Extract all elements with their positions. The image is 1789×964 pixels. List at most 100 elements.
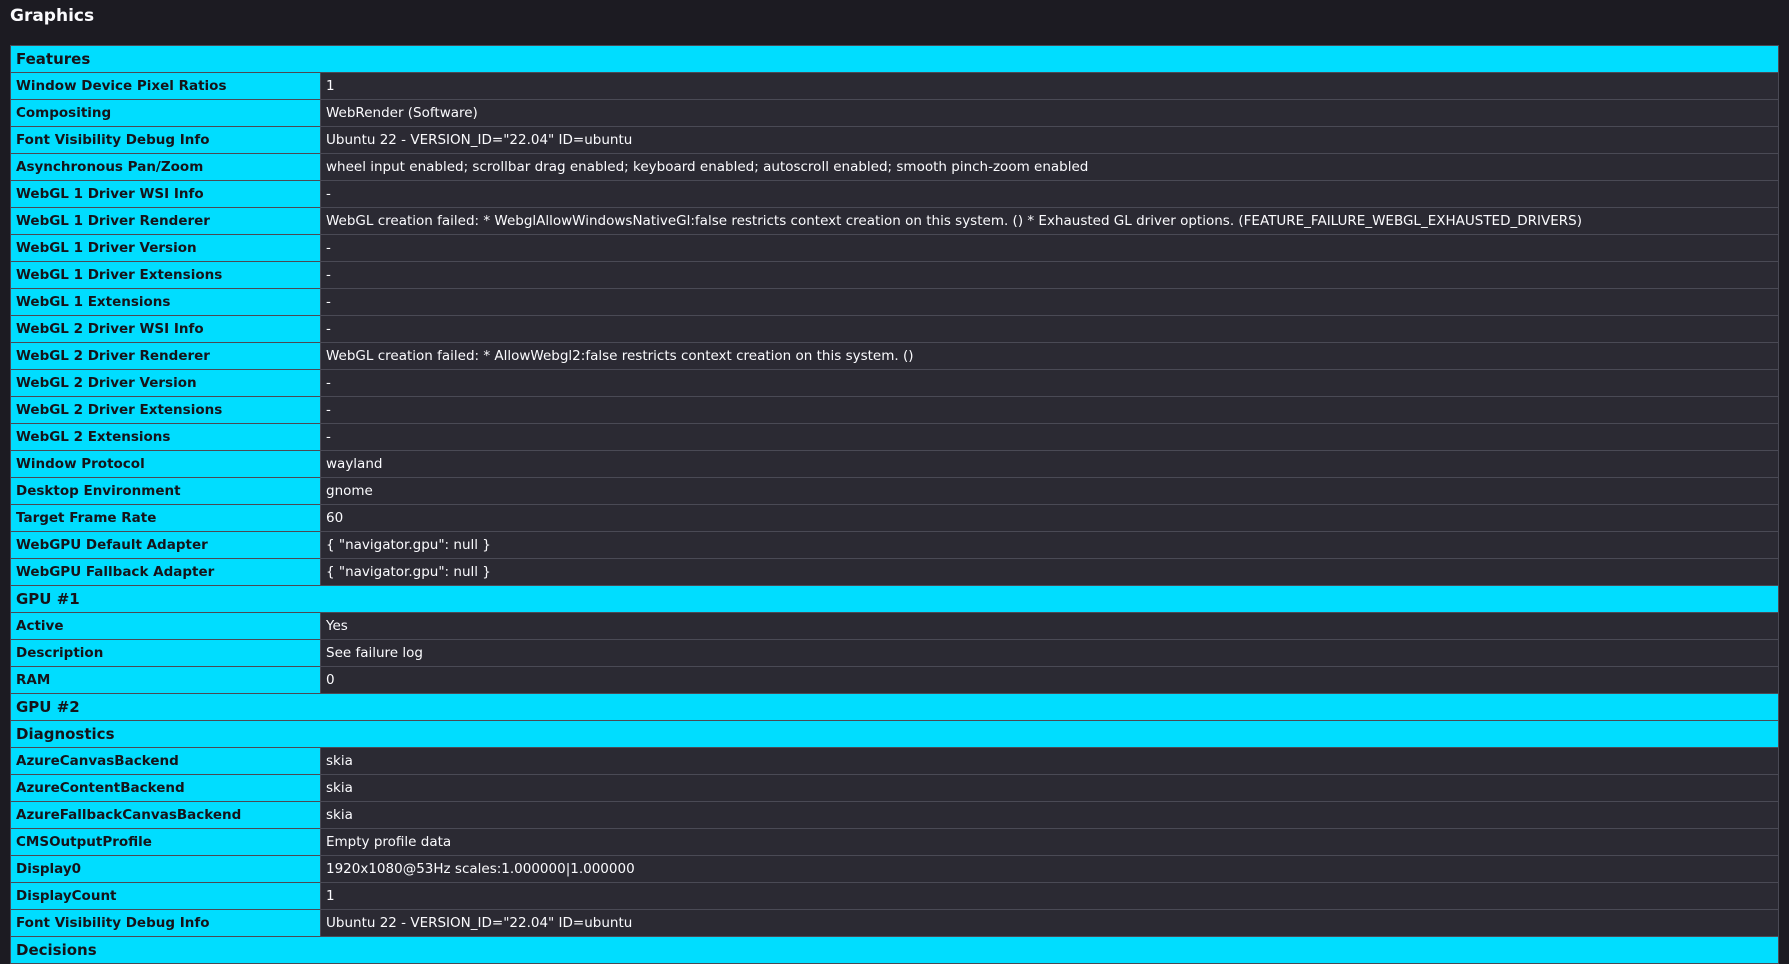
row-value[interactable]: - xyxy=(320,423,1779,451)
row-value[interactable]: WebGL creation failed: * WebglAllowWindo… xyxy=(320,207,1779,235)
row-value[interactable]: - xyxy=(320,288,1779,316)
row-value[interactable]: - xyxy=(320,261,1779,289)
section-title: GPU #1 xyxy=(10,585,1779,613)
table-row: Font Visibility Debug Info Ubuntu 22 - VE… xyxy=(10,126,1779,154)
section-title: Diagnostics xyxy=(10,720,1779,748)
section-title: Decisions xyxy=(10,936,1779,964)
table-row: Display0 1920x1080@53Hz scales:1.000000|1… xyxy=(10,855,1779,883)
table-row: CMSOutputProfile Empty profile data xyxy=(10,828,1779,856)
row-key: Compositing xyxy=(10,99,321,127)
table-row: AzureFallbackCanvasBackend skia xyxy=(10,801,1779,829)
table-row: WebGPU Fallback Adapter{ "navigator.gpu"… xyxy=(10,558,1779,586)
row-key: Display0 xyxy=(10,855,321,883)
row-key: WebGL 1 Extensions xyxy=(10,288,321,316)
row-key: CMSOutputProfile xyxy=(10,828,321,856)
row-value[interactable]: Yes xyxy=(320,612,1779,640)
section-header-gpu-2: GPU #2 xyxy=(10,693,1779,721)
row-value[interactable]: Ubuntu 22 - VERSION_ID="22.04" ID=ubuntu xyxy=(320,126,1779,154)
row-key: WebGL 2 Extensions xyxy=(10,423,321,451)
row-key: WebGL 2 Driver Version xyxy=(10,369,321,397)
row-key: Window Protocol xyxy=(10,450,321,478)
row-value[interactable]: wayland xyxy=(320,450,1779,478)
table-row: WebGL 1 Driver Extensions - xyxy=(10,261,1779,289)
row-key: WebGL 2 Driver WSI Info xyxy=(10,315,321,343)
row-value[interactable]: skia xyxy=(320,747,1779,775)
row-value[interactable]: 60 xyxy=(320,504,1779,532)
table-row: Description See failure log xyxy=(10,639,1779,667)
row-key: WebGL 2 Driver Extensions xyxy=(10,396,321,424)
row-value[interactable]: - xyxy=(320,396,1779,424)
row-value[interactable]: { "navigator.gpu": null } xyxy=(320,558,1779,586)
table-row: Window Protocol wayland xyxy=(10,450,1779,478)
row-value[interactable]: { "navigator.gpu": null } xyxy=(320,531,1779,559)
table-row: WebGPU Default Adapter{ "navigator.gpu":… xyxy=(10,531,1779,559)
table-row: Target Frame Rate 60 xyxy=(10,504,1779,532)
row-value[interactable]: wheel input enabled; scrollbar drag enab… xyxy=(320,153,1779,181)
row-key: AzureCanvasBackend xyxy=(10,747,321,775)
row-key: WebGL 1 Driver Renderer xyxy=(10,207,321,235)
row-key: DisplayCount xyxy=(10,882,321,910)
table-row: WebGL 2 Driver Extensions - xyxy=(10,396,1779,424)
table-row: Font Visibility Debug Info Ubuntu 22 - VE… xyxy=(10,909,1779,937)
table-row: WebGL 2 Driver Renderer WebGL creation fa… xyxy=(10,342,1779,370)
table-row: WebGL 1 Driver Version - xyxy=(10,234,1779,262)
row-value[interactable]: gnome xyxy=(320,477,1779,505)
row-key: Target Frame Rate xyxy=(10,504,321,532)
row-value[interactable]: skia xyxy=(320,801,1779,829)
section-header-features: Features xyxy=(10,45,1779,73)
section-title: GPU #2 xyxy=(10,693,1779,721)
row-value[interactable]: 1920x1080@53Hz scales:1.000000|1.000000 xyxy=(320,855,1779,883)
section-header-diagnostics: Diagnostics xyxy=(10,720,1779,748)
row-value[interactable]: See failure log xyxy=(320,639,1779,667)
table-row: WebGL 2 Extensions - xyxy=(10,423,1779,451)
row-value[interactable]: - xyxy=(320,369,1779,397)
table-row: Asynchronous Pan/Zoom wheel input enabled… xyxy=(10,153,1779,181)
table-row: Active Yes xyxy=(10,612,1779,640)
row-key: Window Device Pixel Ratios xyxy=(10,72,321,100)
row-key: Font Visibility Debug Info xyxy=(10,126,321,154)
page-title: Graphics xyxy=(10,6,95,26)
table-row: Window Device Pixel Ratios 1 xyxy=(10,72,1779,100)
row-value[interactable]: - xyxy=(320,234,1779,262)
row-key: WebGL 1 Driver WSI Info xyxy=(10,180,321,208)
row-key: RAM xyxy=(10,666,321,694)
table-row: WebGL 2 Driver Version - xyxy=(10,369,1779,397)
row-key: WebGPU Fallback Adapter xyxy=(10,558,321,586)
table-row: Desktop Environment gnome xyxy=(10,477,1779,505)
graphics-info-table-container: Features Window Device Pixel Ratios 1 Compo… xyxy=(10,45,1779,964)
section-header-decisions: Decisions xyxy=(10,936,1779,964)
table-row: DisplayCount 1 xyxy=(10,882,1779,910)
row-value[interactable]: WebRender (Software) xyxy=(320,99,1779,127)
row-value[interactable]: Ubuntu 22 - VERSION_ID="22.04" ID=ubuntu xyxy=(320,909,1779,937)
row-value[interactable]: 1 xyxy=(320,72,1779,100)
row-value[interactable]: - xyxy=(320,315,1779,343)
row-key: Asynchronous Pan/Zoom xyxy=(10,153,321,181)
row-value[interactable]: 0 xyxy=(320,666,1779,694)
row-value[interactable]: Empty profile data xyxy=(320,828,1779,856)
section-header-gpu-1: GPU #1 xyxy=(10,585,1779,613)
table-row: AzureContentBackend skia xyxy=(10,774,1779,802)
table-row: WebGL 2 Driver WSI Info - xyxy=(10,315,1779,343)
row-key: Active xyxy=(10,612,321,640)
graphics-info-table: Features Window Device Pixel Ratios 1 Compo… xyxy=(10,45,1779,964)
row-key: WebGPU Default Adapter xyxy=(10,531,321,559)
table-row: RAM 0 xyxy=(10,666,1779,694)
row-key: AzureFallbackCanvasBackend xyxy=(10,801,321,829)
row-key: Description xyxy=(10,639,321,667)
table-row: WebGL 1 Extensions - xyxy=(10,288,1779,316)
row-key: WebGL 1 Driver Version xyxy=(10,234,321,262)
table-row: Compositing WebRender (Software) xyxy=(10,99,1779,127)
row-value[interactable]: WebGL creation failed: * AllowWebgl2:fal… xyxy=(320,342,1779,370)
section-title: Features xyxy=(10,45,1779,73)
row-key: WebGL 2 Driver Renderer xyxy=(10,342,321,370)
row-value[interactable]: skia xyxy=(320,774,1779,802)
graphics-info-table-body: Features Window Device Pixel Ratios 1 Compo… xyxy=(10,45,1779,964)
row-key: WebGL 1 Driver Extensions xyxy=(10,261,321,289)
table-row: AzureCanvasBackend skia xyxy=(10,747,1779,775)
row-key: AzureContentBackend xyxy=(10,774,321,802)
row-value[interactable]: 1 xyxy=(320,882,1779,910)
table-row: WebGL 1 Driver Renderer WebGL creation fa… xyxy=(10,207,1779,235)
row-value[interactable]: - xyxy=(320,180,1779,208)
row-key: Desktop Environment xyxy=(10,477,321,505)
row-key: Font Visibility Debug Info xyxy=(10,909,321,937)
